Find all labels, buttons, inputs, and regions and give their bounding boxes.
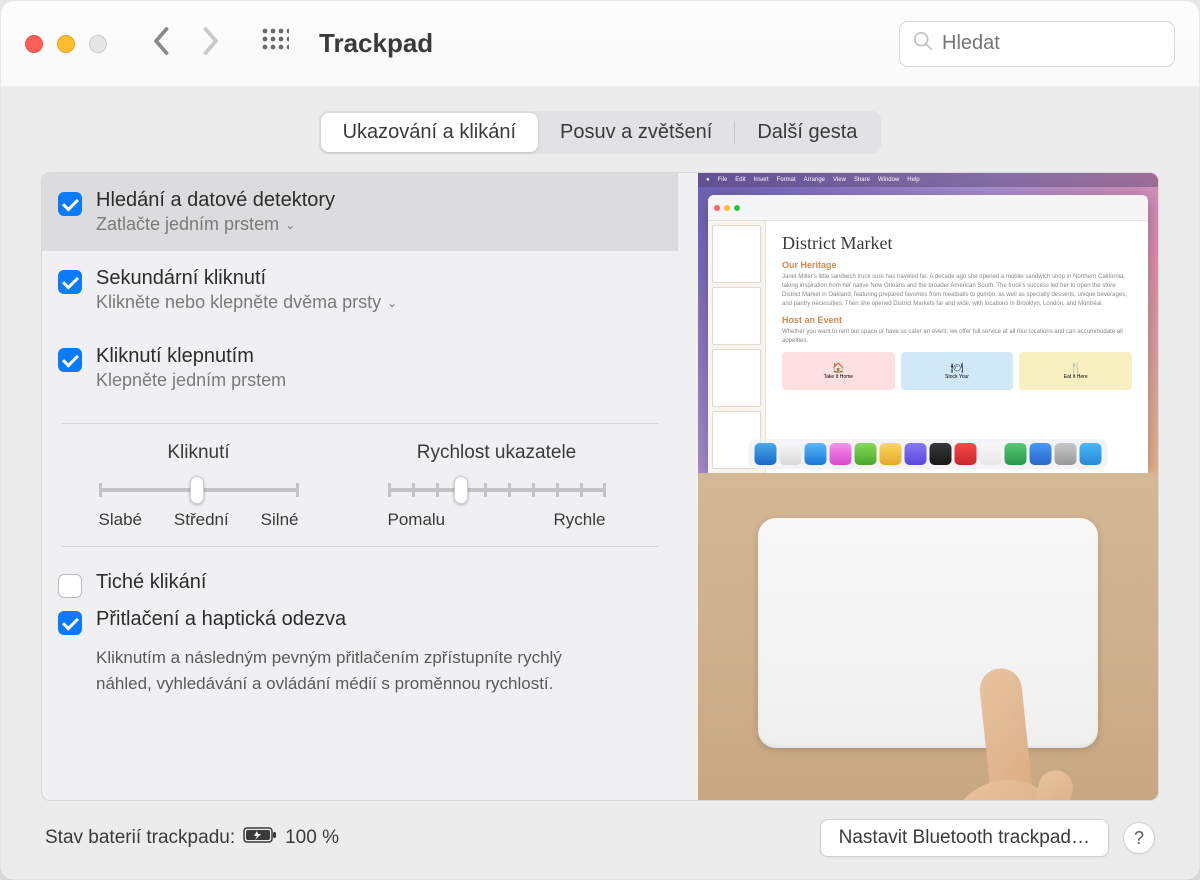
option-force-click[interactable]: Přitlačení a haptická odezva: [58, 608, 658, 635]
help-button[interactable]: ?: [1123, 822, 1155, 854]
tap-to-click-checkbox[interactable]: [58, 348, 82, 372]
tab-scroll-zoom[interactable]: Posuv a zvětšení: [538, 113, 734, 152]
content-area: Ukazování a klikání Posuv a zvětšení Dal…: [1, 87, 1199, 879]
search-field[interactable]: [899, 21, 1175, 67]
preferences-window: Trackpad Ukazování a klikání Posuv a zvě…: [0, 0, 1200, 880]
force-click-label: Přitlačení a haptická odezva: [96, 608, 346, 631]
forward-button[interactable]: [201, 26, 219, 61]
secondary-click-dropdown[interactable]: Klikněte nebo klepněte dvěma prsty ⌄: [96, 292, 397, 313]
secondary-click-title: Sekundární kliknutí: [96, 267, 397, 290]
option-silent-clicking[interactable]: Tiché klikání: [58, 571, 658, 598]
silent-clicking-label: Tiché klikání: [96, 571, 206, 594]
click-slider-min: Slabé: [99, 510, 142, 530]
gesture-preview: ●FileEditInsertFormatArrangeViewShareWin…: [698, 173, 1158, 800]
search-icon: [912, 30, 942, 57]
battery-value: 100 %: [285, 827, 339, 849]
tracking-slider-label: Rychlost ukazatele: [388, 442, 606, 464]
tap-to-click-title: Kliknutí klepnutím: [96, 345, 286, 368]
click-slider-mid: Střední: [174, 510, 229, 530]
tap-to-click-sub: Klepněte jedním prstem: [96, 370, 286, 391]
divider: [62, 546, 658, 547]
titlebar: Trackpad: [1, 1, 1199, 87]
chevron-down-icon: ⌄: [387, 296, 397, 310]
tab-bar: Ukazování a klikání Posuv a zvětšení Dal…: [41, 111, 1159, 154]
tracking-slider[interactable]: [388, 476, 606, 504]
options-panel: Hledání a datové detektory Zatlačte jedn…: [42, 173, 678, 800]
click-slider-group: Kliknutí Slabé Střední: [99, 442, 299, 530]
back-button[interactable]: [153, 26, 171, 61]
tracking-slider-group: Rychlost ukazatele: [388, 442, 606, 530]
show-all-button[interactable]: [261, 27, 289, 60]
lookup-title: Hledání a datové detektory: [96, 189, 335, 212]
option-tap-to-click[interactable]: Kliknutí klepnutím Klepněte jedním prste…: [42, 329, 678, 407]
force-click-description: Kliknutím a následným pevným přitlačením…: [96, 645, 616, 696]
lookup-checkbox[interactable]: [58, 192, 82, 216]
main-panel: Hledání a datové detektory Zatlačte jedn…: [41, 172, 1159, 801]
secondary-click-checkbox[interactable]: [58, 270, 82, 294]
minimize-button[interactable]: [57, 35, 75, 53]
battery-label: Stav baterií trackpadu:: [45, 827, 235, 849]
tab-more-gestures[interactable]: Další gesta: [735, 113, 879, 152]
click-slider-knob[interactable]: [190, 476, 204, 504]
nav-arrows: [153, 26, 219, 61]
click-slider-label: Kliknutí: [99, 442, 299, 464]
lookup-dropdown[interactable]: Zatlačte jedním prstem ⌄: [96, 214, 335, 235]
preview-doc-title: District Market: [782, 233, 1132, 254]
preview-trackpad: [698, 473, 1158, 800]
hand-illustration: [928, 640, 1088, 801]
tab-point-and-click[interactable]: Ukazování a klikání: [321, 113, 538, 152]
force-click-checkbox[interactable]: [58, 611, 82, 635]
preview-screen: ●FileEditInsertFormatArrangeViewShareWin…: [698, 173, 1158, 473]
close-button[interactable]: [25, 35, 43, 53]
sliders-row: Kliknutí Slabé Střední: [42, 442, 678, 530]
option-secondary-click[interactable]: Sekundární kliknutí Klikněte nebo klepně…: [42, 251, 678, 329]
zoom-button: [89, 35, 107, 53]
silent-clicking-checkbox[interactable]: [58, 574, 82, 598]
tracking-slider-max: Rychle: [554, 510, 606, 530]
setup-bluetooth-button[interactable]: Nastavit Bluetooth trackpad…: [820, 819, 1109, 857]
search-input[interactable]: [942, 32, 1162, 55]
click-slider-max: Silné: [261, 510, 299, 530]
tracking-slider-min: Pomalu: [388, 510, 446, 530]
chevron-down-icon: ⌄: [285, 218, 295, 232]
window-title: Trackpad: [319, 28, 433, 59]
footer: Stav baterií trackpadu: 100 % Nastavit B…: [41, 801, 1159, 857]
tracking-slider-knob[interactable]: [454, 476, 468, 504]
click-slider[interactable]: [99, 476, 299, 504]
window-controls: [25, 35, 107, 53]
option-lookup[interactable]: Hledání a datové detektory Zatlačte jedn…: [42, 173, 678, 251]
divider: [62, 423, 658, 424]
battery-icon: [243, 826, 277, 850]
